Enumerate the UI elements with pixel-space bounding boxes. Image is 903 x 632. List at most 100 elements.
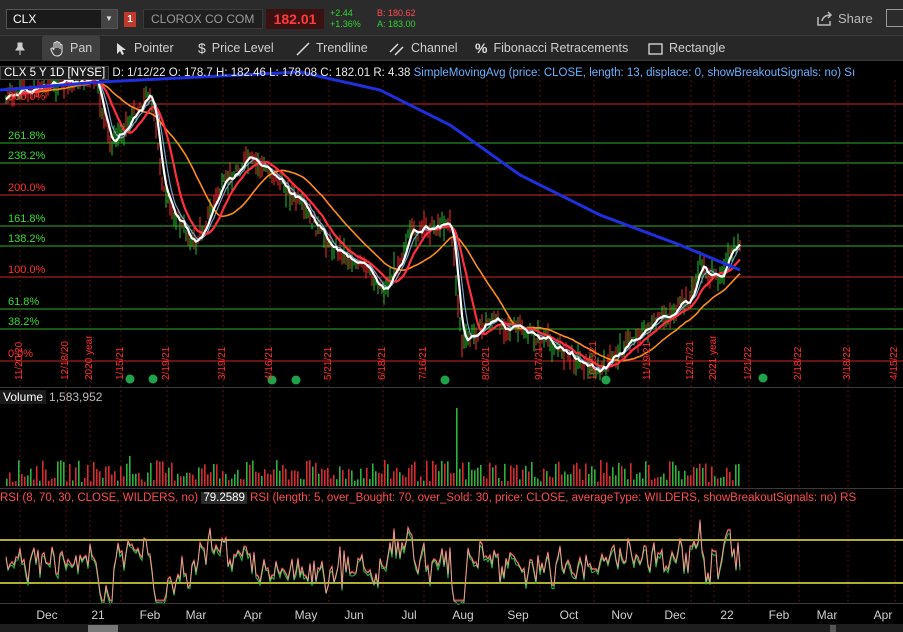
x-axis-month-label: Nov — [611, 608, 633, 622]
x-axis-month-label: Apr — [873, 608, 893, 622]
volume-bar — [720, 477, 722, 486]
volume-bar — [378, 472, 380, 486]
volume-bar — [738, 463, 740, 486]
volume-bar — [513, 467, 515, 486]
volume-bar — [6, 478, 8, 486]
window-icon[interactable] — [886, 9, 903, 27]
volume-bar — [360, 468, 362, 486]
signal-marker-icon[interactable] — [758, 373, 768, 383]
volume-bar — [519, 479, 521, 486]
symbol-bar: CLX ▼ 1 CLOROX CO COM 182.01 +2.44 +1.36… — [0, 0, 903, 36]
volume-bar — [129, 456, 131, 486]
signal-marker-icon[interactable] — [601, 375, 611, 385]
volume-bar — [156, 460, 158, 486]
volume-bar — [624, 468, 626, 486]
date-marker-label: 2/19/21 — [161, 346, 172, 380]
volume-bar — [150, 463, 152, 486]
sma-study-label[interactable]: SimpleMovingAvg (price: CLOSE, length: 1… — [414, 67, 841, 79]
fib-label: 300.0% — [8, 91, 46, 103]
volume-bar — [231, 478, 233, 486]
volume-bar — [366, 467, 368, 486]
volume-bar — [672, 461, 674, 486]
trendline-tool[interactable]: Trendline — [296, 36, 368, 61]
volume-bar — [387, 464, 389, 486]
volume-bar — [516, 464, 518, 486]
pointer-label: Pointer — [134, 41, 174, 55]
date-marker-label: 2020 year — [84, 335, 95, 380]
chart-canvas[interactable] — [0, 62, 903, 632]
signal-marker-icon[interactable] — [125, 374, 135, 384]
volume-bar — [399, 472, 401, 486]
volume-bar — [522, 469, 524, 486]
pan-tool[interactable]: Pan — [42, 36, 101, 61]
volume-bar — [120, 466, 122, 486]
channel-label: Channel — [411, 41, 458, 55]
study-overflow: Sı — [844, 67, 856, 79]
rectangle-label: Rectangle — [669, 41, 726, 55]
pin-tool[interactable] — [14, 36, 26, 61]
volume-bar — [585, 463, 587, 486]
channel-icon — [389, 42, 404, 56]
volume-bar — [327, 467, 329, 486]
volume-bar — [183, 476, 185, 486]
volume-bar — [690, 475, 692, 486]
scrollbar-thumb[interactable] — [88, 625, 118, 632]
volume-bar — [273, 469, 275, 486]
rsi-overflow: RS — [840, 492, 857, 504]
pointer-tool[interactable]: Pointer — [116, 36, 174, 61]
volume-bar — [54, 477, 56, 486]
volume-bar — [39, 480, 41, 486]
volume-bar — [441, 460, 443, 486]
volume-bar — [369, 479, 371, 486]
volume-bar — [135, 473, 137, 486]
volume-bar — [261, 475, 263, 486]
volume-label[interactable]: Volume — [0, 390, 47, 404]
fibonacci-tool[interactable]: % Fibonacci Retracements — [475, 36, 628, 61]
volume-bar — [324, 469, 326, 486]
volume-bar — [615, 475, 617, 486]
chart-header: CLX 5 Y 1D [NYSE] D: 1/12/22 O: 178.7 H:… — [0, 66, 903, 80]
rsi-study-label[interactable]: RSI (length: 5, over_Bought: 70, over_So… — [250, 492, 837, 504]
signal-marker-icon[interactable] — [291, 375, 301, 385]
share-button[interactable]: Share — [812, 8, 878, 30]
symbol-dropdown-icon[interactable]: ▼ — [101, 10, 117, 28]
date-marker-label: 2/18/22 — [793, 346, 804, 380]
date-marker-label: 10/15/21 — [588, 341, 599, 380]
signal-marker-icon[interactable] — [440, 375, 450, 385]
chart-symbol-period[interactable]: CLX 5 Y 1D [NYSE] — [0, 66, 110, 80]
volume-bar — [117, 480, 119, 486]
horizontal-scrollbar[interactable] — [0, 624, 903, 632]
symbol-input[interactable]: CLX ▼ — [6, 9, 118, 29]
volume-bar — [81, 481, 83, 486]
alert-flag-badge[interactable]: 1 — [124, 12, 136, 27]
date-marker-label: 12/18/20 — [60, 341, 71, 380]
volume-rsi-divider — [0, 488, 903, 489]
volume-bar — [213, 463, 215, 486]
volume-bar — [645, 461, 647, 486]
volume-bar — [576, 462, 578, 486]
price-level-tool[interactable]: $ Price Level — [198, 36, 274, 61]
bid-price: B: 180.62 — [377, 8, 416, 18]
rsi-label[interactable]: RSI (8, 70, 30, CLOSE, WILDERS, no) — [0, 492, 198, 504]
signal-marker-icon[interactable] — [148, 374, 158, 384]
volume-bar — [591, 466, 593, 486]
volume-bar — [543, 468, 545, 486]
change-percent: +1.36% — [330, 19, 361, 29]
volume-bar — [333, 474, 335, 486]
volume-bar — [504, 463, 506, 486]
volume-bar — [642, 478, 644, 486]
hdr-low: L: 178.08 — [269, 67, 318, 79]
channel-tool[interactable]: Channel — [389, 36, 458, 61]
fibonacci-label: Fibonacci Retracements — [493, 41, 629, 55]
volume-bar — [240, 478, 242, 486]
volume-bar — [393, 471, 395, 486]
scrollbar-handle[interactable] — [830, 625, 836, 632]
volume-bar — [708, 481, 710, 486]
rectangle-tool[interactable]: Rectangle — [648, 36, 725, 61]
volume-bar — [705, 463, 707, 486]
volume-bar — [654, 478, 656, 486]
volume-bar — [609, 476, 611, 486]
volume-bar — [312, 466, 314, 486]
volume-bar — [228, 480, 230, 486]
volume-bar — [255, 471, 257, 486]
